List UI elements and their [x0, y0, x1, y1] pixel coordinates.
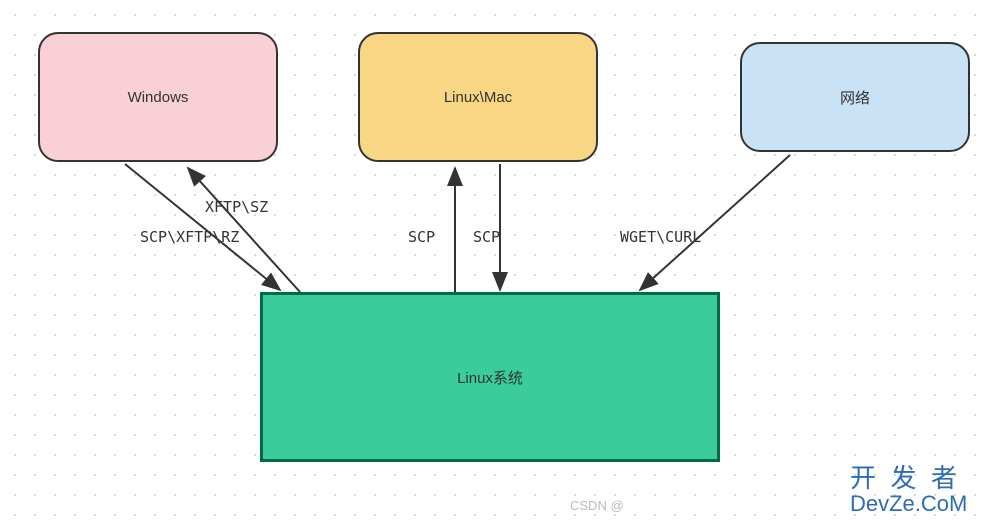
edge-label-xftp-sz: XFTP\SZ — [205, 198, 268, 216]
linuxmac-label: Linux\Mac — [444, 89, 512, 106]
linuxmac-box: Linux\Mac — [358, 32, 598, 162]
windows-label: Windows — [128, 89, 189, 106]
linuxsys-label: Linux系统 — [457, 367, 523, 388]
network-label: 网络 — [840, 87, 870, 108]
windows-box: Windows — [38, 32, 278, 162]
edge-label-scp-up: SCP — [408, 228, 435, 246]
watermark-devze-en: DevZe.CoM — [850, 492, 967, 515]
edge-label-wget-curl: WGET\CURL — [620, 228, 701, 246]
watermark-csdn: CSDN @ — [570, 498, 624, 513]
arrow-network-to-linuxsys — [640, 155, 790, 290]
network-box: 网络 — [740, 42, 970, 152]
watermark-devze: 开 发 者 DevZe.CoM — [850, 465, 967, 515]
watermark-devze-cn: 开 发 者 — [850, 465, 967, 492]
linuxsys-box: Linux系统 — [260, 292, 720, 462]
arrow-windows-to-linuxsys — [125, 164, 280, 290]
edge-label-scp-down: SCP — [473, 228, 500, 246]
edge-label-scp-xftp-rz: SCP\XFTP\RZ — [140, 228, 239, 246]
